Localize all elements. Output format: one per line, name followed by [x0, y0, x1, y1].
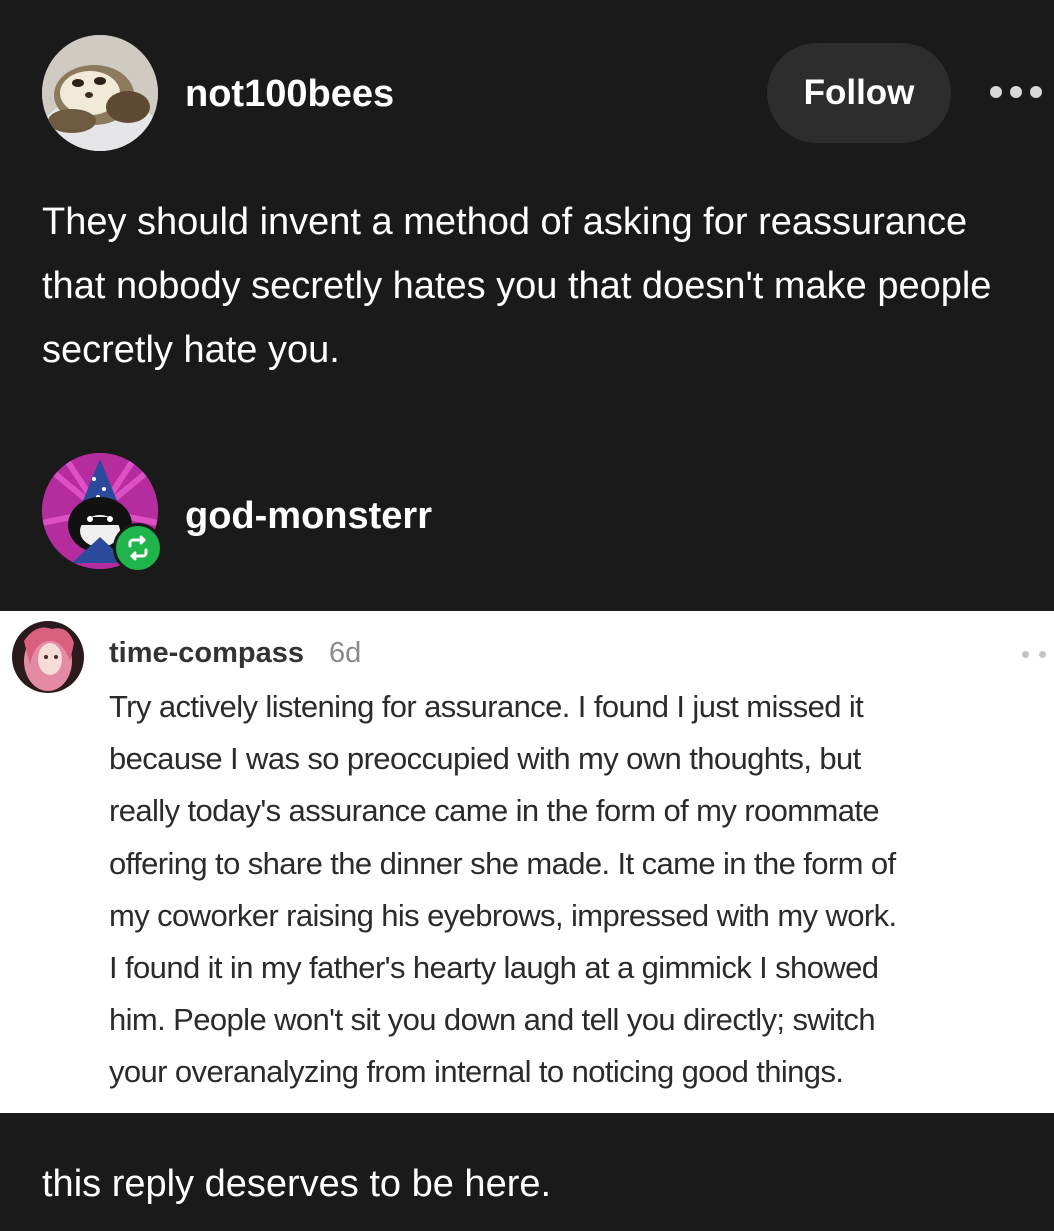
dot: [1022, 650, 1029, 658]
dot: [1039, 650, 1046, 658]
username-not100bees[interactable]: not100bees: [185, 70, 394, 118]
more-options-icon[interactable]: [990, 80, 1042, 104]
pink-hair-avatar-icon: [12, 621, 84, 693]
post-body-text: They should invent a method of asking fo…: [42, 201, 992, 371]
reply-line: really today's assurance came in the for…: [109, 793, 880, 829]
reply-line: him. People won't sit you down and tell …: [109, 1002, 876, 1038]
reply-line: offering to share the dinner she made. I…: [109, 845, 896, 881]
reply-line: because I was so preoccupied with my own…: [109, 741, 861, 777]
reblog-comment-text: this reply deserves to be here.: [42, 1163, 552, 1205]
dot: [990, 86, 1002, 98]
reblog-post-page: not100bees Follow They should invent a m…: [0, 0, 1054, 1231]
reply-line: your overanalyzing from internal to noti…: [109, 1054, 844, 1090]
reblog-arrows-icon: [128, 535, 148, 561]
reply-line: I found it in my father's hearty laugh a…: [109, 949, 879, 985]
dot: [1010, 86, 1022, 98]
avatar-not100bees[interactable]: [42, 35, 158, 151]
avatar-time-compass: [12, 621, 84, 693]
username-god-monsterr[interactable]: god-monsterr: [185, 492, 432, 540]
reply-line: Try actively listening for assurance. I …: [109, 689, 864, 724]
reply-line: my coworker raising his eyebrows, impres…: [109, 897, 897, 933]
dot: [1030, 86, 1042, 98]
reply-timestamp: 6d: [329, 637, 362, 669]
reply-text: Try actively listening for assurance. I …: [109, 681, 1054, 1099]
ferret-avatar-icon: [42, 35, 158, 151]
reply-username: time-compass: [109, 637, 305, 669]
reply-more-icon: [1022, 649, 1046, 659]
reblog-icon: [113, 523, 163, 573]
embedded-reply-screenshot: time-compass 6d Try actively listening f…: [0, 611, 1054, 1113]
follow-button[interactable]: Follow: [767, 43, 951, 143]
